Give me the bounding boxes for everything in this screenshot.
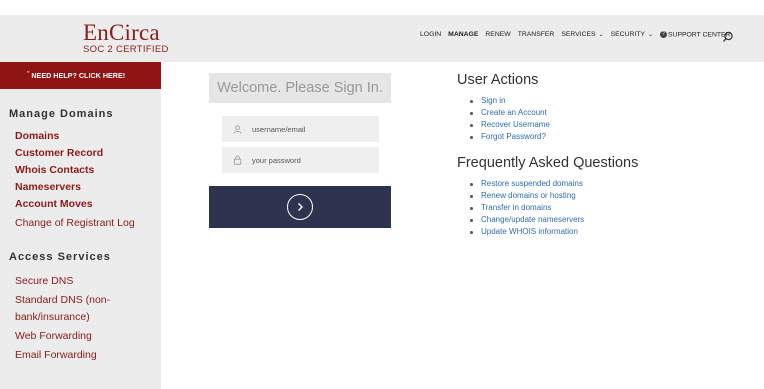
password-field[interactable] (222, 147, 379, 173)
chevron-down-icon: ˇ (27, 72, 30, 79)
nav-login[interactable]: LOGIN (420, 31, 441, 38)
logo-tagline: SOC 2 CERTIFIED (83, 44, 169, 55)
help-circle-icon: ? (660, 31, 668, 38)
password-input[interactable] (252, 155, 372, 165)
encirca-logo[interactable]: EnCirca SOC 2 CERTIFIED (83, 20, 169, 55)
sidebar: ˇ NEED HELP? CLICK HERE! Manage Domains … (0, 62, 161, 389)
username-field[interactable] (222, 116, 379, 142)
sidebar-item-whois-contacts[interactable]: Whois Contacts (15, 164, 94, 177)
link-recover-username[interactable]: Recover Username (470, 119, 550, 131)
sidebar-item-standard-dns[interactable]: Standard DNS (non- (15, 294, 110, 307)
chevron-down-icon: ⌄ (647, 32, 654, 39)
nav-renew[interactable]: RENEW (485, 31, 510, 38)
sidebar-item-secure-dns[interactable]: Secure DNS (15, 275, 73, 288)
sidebar-item-domains[interactable]: Domains (15, 130, 59, 143)
link-update-whois[interactable]: Update WHOIS information (470, 226, 584, 238)
nav-transfer[interactable]: TRANSFER (518, 31, 555, 38)
nav-security[interactable]: SECURITY ⌄ (611, 31, 653, 38)
sidebar-item-standard-dns-cont[interactable]: bank/insurance) (15, 311, 90, 324)
sidebar-item-customer-record[interactable]: Customer Record (15, 147, 103, 160)
link-forgot-password[interactable]: Forgot Password? (470, 131, 550, 143)
site-header: EnCirca SOC 2 CERTIFIED LOGIN MANAGE REN… (0, 15, 764, 62)
access-services-heading: Access Services (9, 251, 111, 263)
user-actions-list: Sign in Create an Account Recover Userna… (470, 95, 550, 143)
welcome-banner: Welcome. Please Sign In. (209, 73, 391, 103)
sidebar-item-web-forwarding[interactable]: Web Forwarding (15, 330, 92, 343)
chevron-right-icon (298, 203, 303, 211)
sign-in-submit-button[interactable] (287, 194, 313, 220)
manage-domains-heading: Manage Domains (9, 108, 114, 120)
lock-icon (222, 155, 252, 165)
link-transfer-in[interactable]: Transfer in domains (470, 202, 584, 214)
chevron-down-icon: ⌄ (598, 32, 604, 39)
link-change-nameservers[interactable]: Change/update nameservers (470, 214, 584, 226)
user-icon (222, 124, 252, 134)
nav-manage[interactable]: MANAGE (448, 31, 478, 38)
main-nav: LOGIN MANAGE RENEW TRANSFER SERVICES ⌄ SE… (420, 31, 737, 38)
sidebar-item-email-forwarding[interactable]: Email Forwarding (15, 349, 97, 362)
sidebar-item-change-of-registrant-log[interactable]: Change of Registrant Log (15, 217, 135, 230)
need-help-button[interactable]: ˇ NEED HELP? CLICK HERE! (0, 62, 161, 89)
link-create-account[interactable]: Create an Account (470, 107, 550, 119)
sidebar-item-account-moves[interactable]: Account Moves (15, 198, 93, 211)
link-sign-in[interactable]: Sign in (470, 95, 550, 107)
sidebar-item-nameservers[interactable]: Nameservers (15, 181, 81, 194)
need-help-label: NEED HELP? CLICK HERE! (31, 71, 126, 80)
search-icon[interactable] (722, 31, 734, 43)
sign-in-submit-panel[interactable] (209, 186, 391, 228)
nav-support-center[interactable]: ? SUPPORT CENTER (660, 31, 730, 38)
nav-services[interactable]: SERVICES ⌄ (561, 31, 603, 38)
username-input[interactable] (252, 124, 372, 134)
user-actions-title: User Actions (457, 72, 539, 88)
link-renew-domains[interactable]: Renew domains or hosting (470, 190, 584, 202)
logo-wordmark: EnCirca (83, 20, 160, 45)
faq-title: Frequently Asked Questions (457, 155, 639, 171)
faq-list: Restore suspended domains Renew domains … (470, 178, 584, 238)
link-restore-suspended[interactable]: Restore suspended domains (470, 178, 584, 190)
